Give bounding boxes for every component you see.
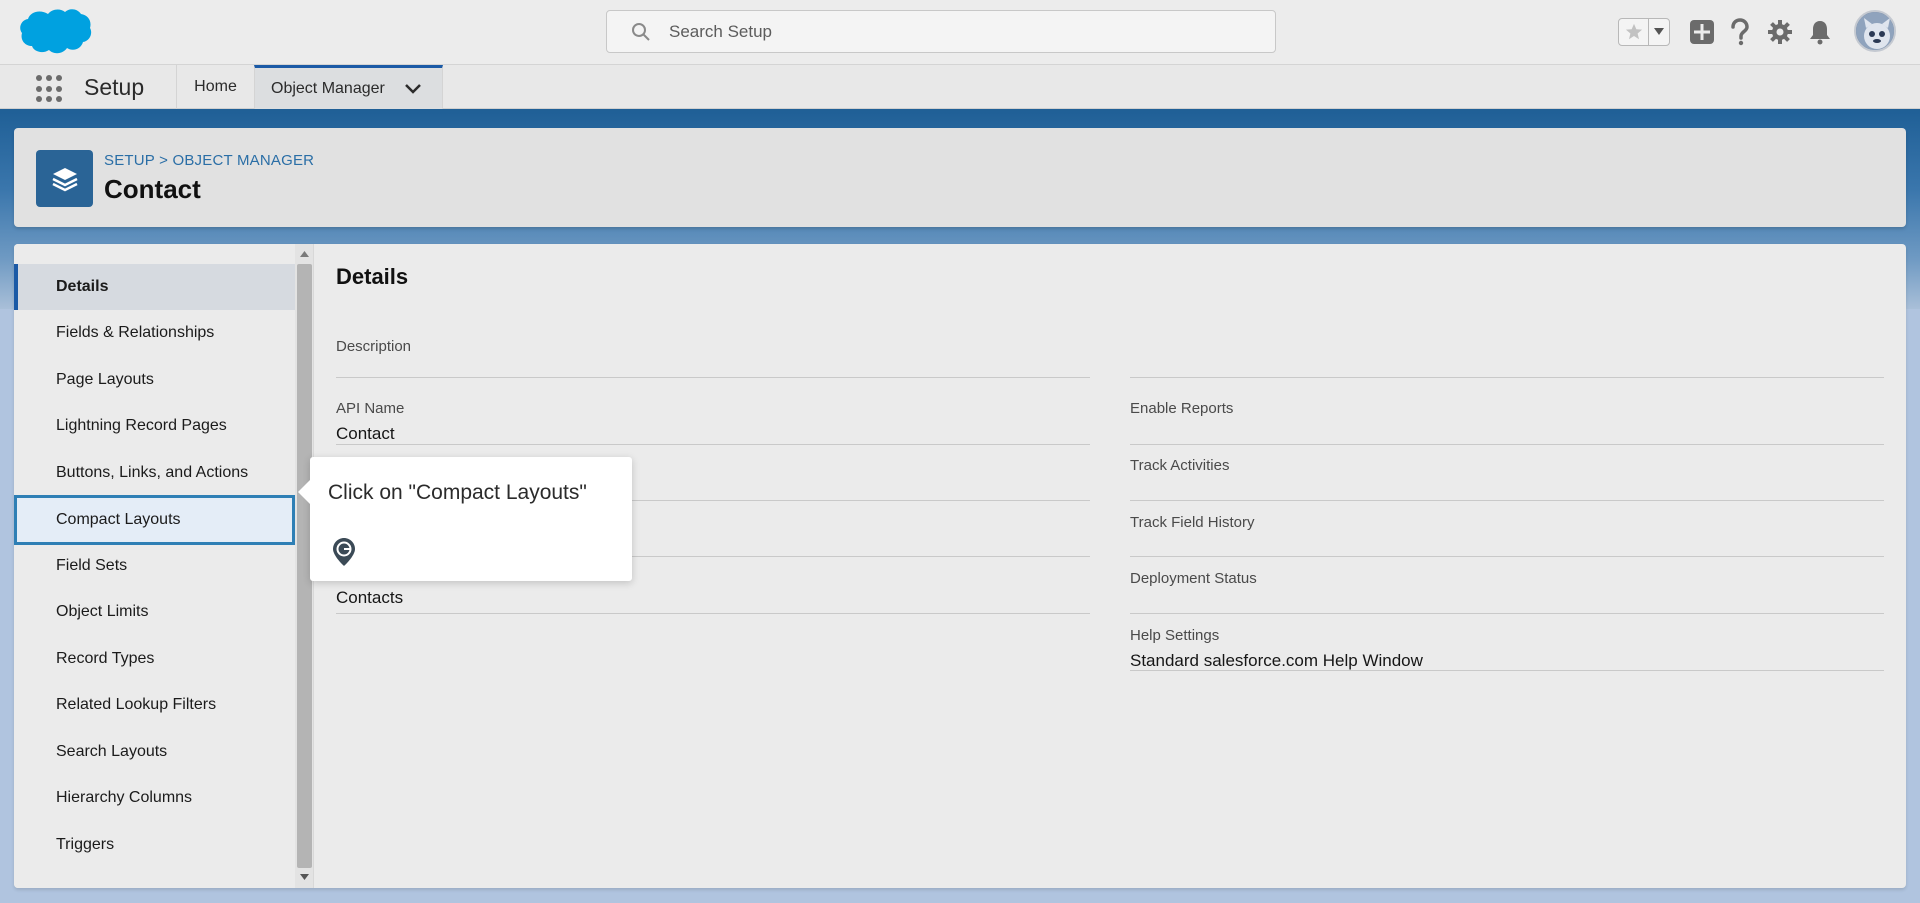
sidebar-item-label: Field Sets xyxy=(56,557,128,574)
field-label: Help Settings xyxy=(1130,627,1220,644)
sidebar-item-compact-layouts[interactable]: Compact Layouts xyxy=(14,495,295,545)
guide-pin-icon xyxy=(333,538,355,566)
field-deployment-status: Deployment Status xyxy=(1130,570,1884,614)
sidebar-item-object-limits[interactable]: Object Limits xyxy=(14,589,295,635)
sidebar-item-label: Details xyxy=(56,278,109,295)
favorites-star-icon[interactable] xyxy=(1619,19,1649,45)
breadcrumb: SETUP > OBJECT MANAGER xyxy=(104,152,314,169)
sidebar-item-label: Fields & Relationships xyxy=(56,324,215,341)
add-icon[interactable] xyxy=(1688,18,1716,46)
scroll-up-icon[interactable] xyxy=(297,247,312,261)
breadcrumb-object-manager[interactable]: OBJECT MANAGER xyxy=(172,152,314,169)
sidebar-item-label: Related Lookup Filters xyxy=(56,696,217,713)
field-help-settings: Help Settings Standard salesforce.com He… xyxy=(1130,627,1884,671)
sidebar-item-triggers[interactable]: Triggers xyxy=(14,822,295,868)
field-track-field-history: Track Field History xyxy=(1130,514,1884,557)
breadcrumb-setup[interactable]: SETUP xyxy=(104,152,155,169)
favorites-dropdown-icon[interactable] xyxy=(1649,19,1669,45)
field-label: Track Activities xyxy=(1130,457,1230,474)
tab-object-manager-label: Object Manager xyxy=(271,79,385,97)
field-description: Description xyxy=(336,338,1090,378)
sidebar-item-search-layouts[interactable]: Search Layouts xyxy=(14,729,295,775)
sidebar-item-related-lookup-filters[interactable]: Related Lookup Filters xyxy=(14,682,295,728)
page-header: SETUP > OBJECT MANAGER Contact xyxy=(14,128,1906,227)
sidebar-item-label: Buttons, Links, and Actions xyxy=(56,464,249,481)
tooltip-text: Click on "Compact Layouts" xyxy=(328,481,587,504)
object-layers-icon xyxy=(36,150,93,207)
sidebar-item-fields-relationships[interactable]: Fields & Relationships xyxy=(14,310,295,356)
sidebar-item-label: Lightning Record Pages xyxy=(56,417,227,434)
field-value: Contact xyxy=(336,424,395,443)
tab-object-manager[interactable]: Object Manager xyxy=(254,65,443,109)
app-name: Setup xyxy=(84,74,145,100)
guide-tooltip: Click on "Compact Layouts" xyxy=(298,457,632,581)
field-track-activities: Track Activities xyxy=(1130,457,1884,501)
scroll-down-icon[interactable] xyxy=(297,870,312,884)
chevron-down-icon[interactable] xyxy=(404,83,421,94)
navigation-bar: Setup Home Object Manager xyxy=(0,64,1920,109)
field-label: Enable Reports xyxy=(1130,400,1234,417)
field-api-name: API Name Contact xyxy=(336,400,1090,445)
app-launcher-icon[interactable] xyxy=(36,75,64,103)
sidebar-item-label: Hierarchy Columns xyxy=(56,789,193,806)
sidebar-item-page-layouts[interactable]: Page Layouts xyxy=(14,357,295,403)
sidebar-item-buttons-links-actions[interactable]: Buttons, Links, and Actions xyxy=(14,450,295,496)
sidebar-item-lightning-record-pages[interactable]: Lightning Record Pages xyxy=(14,403,295,449)
sidebar-item-label: Compact Layouts xyxy=(56,511,181,528)
main-card: Details Fields & Relationships Page Layo… xyxy=(14,244,1906,888)
section-title: Details xyxy=(336,264,409,289)
search-icon xyxy=(632,22,650,41)
sidebar-item-field-sets[interactable]: Field Sets xyxy=(14,543,295,589)
sidebar-item-label: Record Types xyxy=(56,650,155,667)
sidebar-item-details[interactable]: Details xyxy=(14,264,295,310)
sidebar-item-label: Triggers xyxy=(56,836,115,853)
global-header xyxy=(0,0,1920,64)
sidebar: Details Fields & Relationships Page Layo… xyxy=(14,244,314,888)
sidebar-item-record-types[interactable]: Record Types xyxy=(14,636,295,682)
tab-home[interactable]: Home xyxy=(176,65,254,109)
search-input[interactable] xyxy=(669,21,1229,42)
tab-home-label: Home xyxy=(194,78,237,95)
salesforce-logo[interactable] xyxy=(18,6,92,58)
field-divider-top xyxy=(1130,356,1884,378)
help-icon[interactable] xyxy=(1726,18,1754,46)
field-value: Standard salesforce.com Help Window xyxy=(1130,651,1423,670)
field-enable-reports: Enable Reports xyxy=(1130,400,1884,445)
sidebar-item-label: Search Layouts xyxy=(56,743,168,760)
sidebar-item-label: Page Layouts xyxy=(56,371,154,388)
gear-icon[interactable] xyxy=(1766,18,1794,46)
favorites-group xyxy=(1618,18,1670,46)
bell-icon[interactable] xyxy=(1806,18,1834,46)
breadcrumb-separator: > xyxy=(159,152,169,169)
sidebar-item-label: Object Limits xyxy=(56,603,149,620)
field-label: API Name xyxy=(336,400,405,417)
field-label: Description xyxy=(336,338,412,355)
avatar[interactable] xyxy=(1854,10,1896,52)
field-value: Contacts xyxy=(336,588,404,607)
field-label: Track Field History xyxy=(1130,514,1255,531)
sidebar-item-hierarchy-columns[interactable]: Hierarchy Columns xyxy=(14,775,295,821)
page-title: Contact xyxy=(104,174,201,204)
field-label: Deployment Status xyxy=(1130,570,1257,587)
search-setup-box[interactable] xyxy=(606,10,1276,53)
